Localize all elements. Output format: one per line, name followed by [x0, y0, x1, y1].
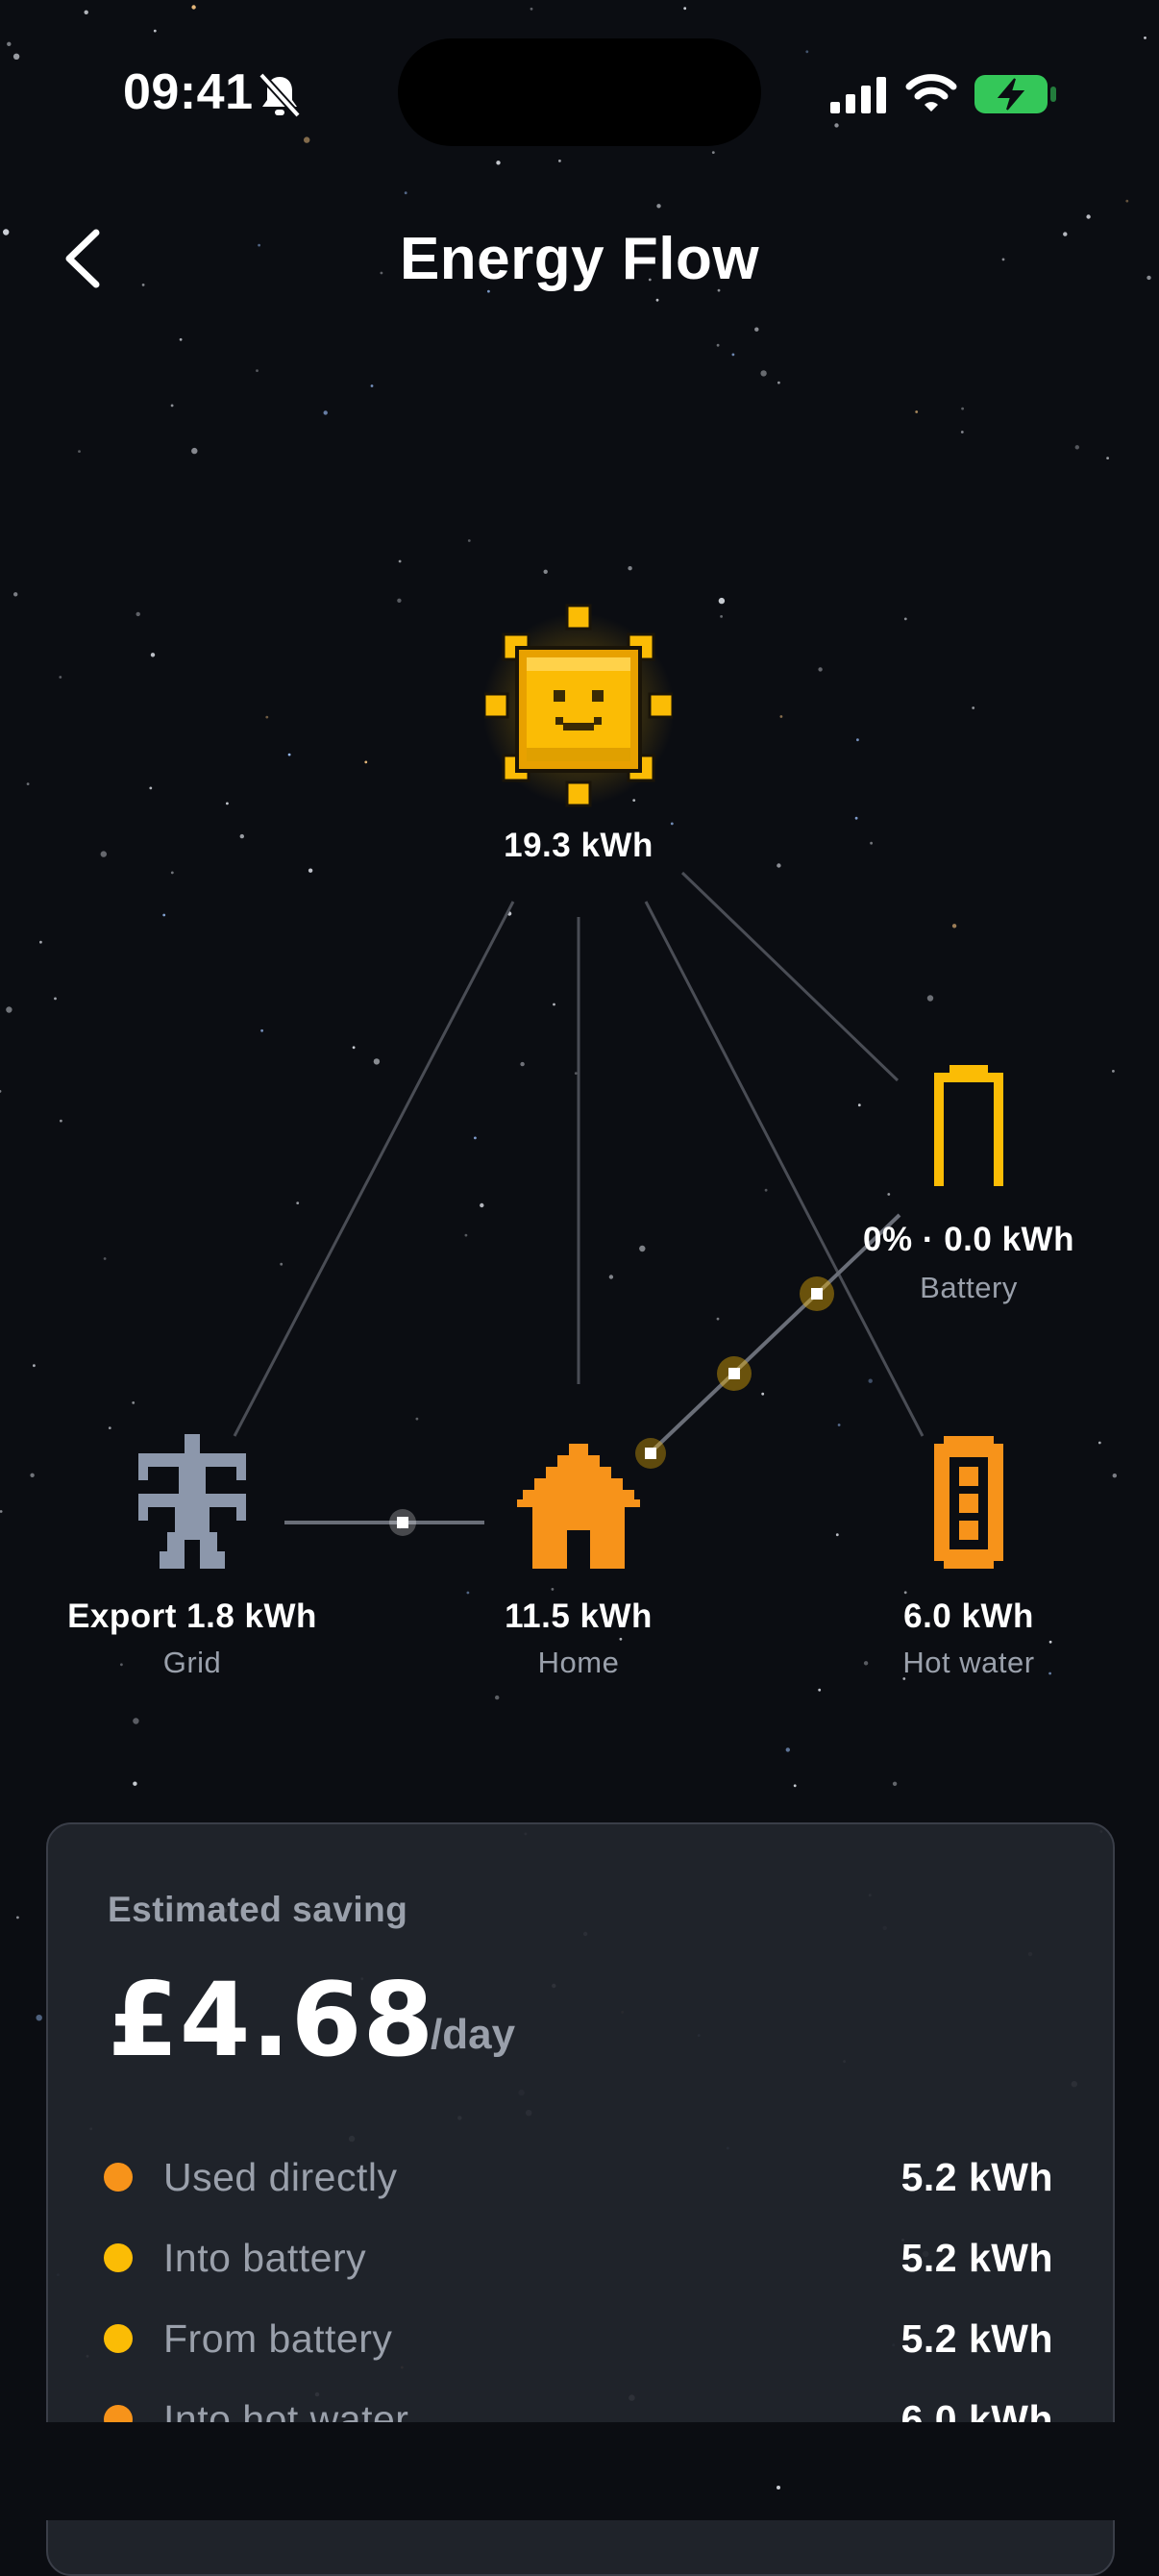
legend-dot: [104, 2163, 133, 2192]
grid-export-particle: [397, 1517, 408, 1528]
bottom-mask: [0, 2422, 1159, 2520]
page-title: Energy Flow: [399, 226, 760, 292]
hot-water-label: Hot water: [902, 1646, 1035, 1679]
pylon-icon: [138, 1434, 246, 1569]
saving-label: Estimated saving: [108, 1890, 408, 1929]
solar-node[interactable]: 19.3 kWh: [463, 596, 694, 875]
row-label: Into battery: [163, 2235, 367, 2280]
row-value: 5.2 kWh: [900, 2235, 1053, 2280]
grid-node[interactable]: Export 1.8 kWh Grid: [38, 1432, 346, 1692]
legend-dot: [104, 2243, 133, 2272]
saving-amount: £4.68: [108, 1961, 435, 2079]
pixel-tank-icon: [934, 1436, 1003, 1569]
home-value: 11.5 kWh: [505, 1598, 653, 1635]
row-value: 5.2 kWh: [900, 2154, 1053, 2199]
breakdown-row-from-battery: From battery 5.2 kWh: [104, 2305, 1053, 2372]
solar-value: 19.3 kWh: [504, 827, 653, 864]
battery-node[interactable]: 0% · 0.0 kWh Battery: [834, 1065, 1103, 1315]
row-label: From battery: [163, 2316, 393, 2361]
battery-flow-particle: [811, 1288, 823, 1300]
grid-label: Grid: [162, 1646, 222, 1679]
solar-to-battery-line: [680, 871, 900, 1082]
pixel-sun-icon: [484, 604, 673, 807]
row-label: Used directly: [163, 2154, 398, 2199]
battery-label: Battery: [920, 1271, 1018, 1304]
breakdown-row-into-battery: Into battery 5.2 kWh: [104, 2224, 1053, 2291]
status-time: 09:41: [123, 64, 254, 120]
cellular-signal-icon: [830, 77, 886, 113]
wifi-icon: [905, 74, 957, 111]
hot-water-value: 6.0 kWh: [903, 1598, 1034, 1635]
legend-dot: [104, 2324, 133, 2353]
battery-value: 0% · 0.0 kWh: [863, 1221, 1074, 1258]
pixel-house-icon: [517, 1444, 640, 1569]
hot-water-node[interactable]: 6.0 kWh Hot water: [834, 1432, 1103, 1692]
home-node[interactable]: 11.5 kWh Home: [463, 1432, 694, 1692]
saving-unit: /day: [431, 2011, 516, 2058]
grid-value: Export 1.8 kWh: [67, 1598, 317, 1635]
bottom-stars: [777, 2486, 780, 2489]
row-value: 5.2 kWh: [900, 2316, 1053, 2361]
battery-flow-particle: [728, 1368, 740, 1379]
solar-to-grid-line: [233, 901, 515, 1437]
breakdown-row-used-directly: Used directly 5.2 kWh: [104, 2143, 1053, 2211]
battery-charging-icon: [974, 73, 1057, 115]
dynamic-island: [398, 38, 761, 146]
star: [16, 1916, 19, 1920]
bell-slash-icon: [259, 72, 301, 118]
pixel-battery-icon: [934, 1065, 1003, 1186]
star: [36, 2015, 42, 2021]
home-label: Home: [537, 1646, 620, 1679]
